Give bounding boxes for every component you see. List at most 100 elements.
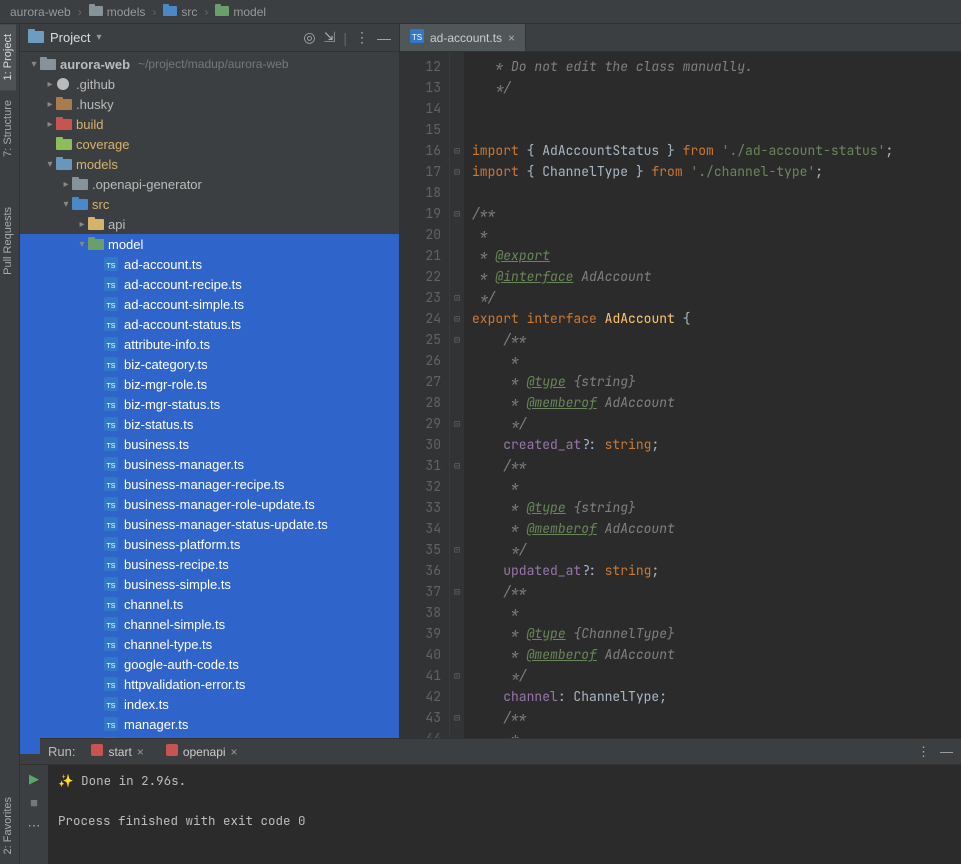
tree-label: ad-account-status.ts bbox=[124, 317, 241, 332]
tree-file[interactable]: TSbiz-category.ts bbox=[20, 354, 399, 374]
svg-text:TS: TS bbox=[107, 563, 116, 570]
svg-text:TS: TS bbox=[107, 643, 116, 650]
collapse-icon[interactable]: ⇲ bbox=[324, 29, 336, 46]
svg-text:TS: TS bbox=[107, 423, 116, 430]
tree-file[interactable]: TSbiz-mgr-role.ts bbox=[20, 374, 399, 394]
tree-label: models bbox=[76, 157, 118, 172]
tree-arrow-icon[interactable]: ▾ bbox=[28, 59, 40, 70]
tree-file[interactable]: TSad-account.ts bbox=[20, 254, 399, 274]
tree-file[interactable]: TS ad-account-status.ts bbox=[20, 314, 399, 334]
tree-file[interactable]: TShttpvalidation-error.ts bbox=[20, 674, 399, 694]
chevron-down-icon[interactable]: ▾ bbox=[96, 32, 101, 43]
breadcrumb-sep: › bbox=[204, 5, 208, 19]
more-icon[interactable]: ⋯ bbox=[28, 818, 41, 834]
run-tab-start[interactable]: start × bbox=[85, 742, 149, 761]
code-content[interactable]: * Do not edit the class manually. */ imp… bbox=[464, 52, 961, 764]
panel-title-text[interactable]: Project bbox=[50, 30, 90, 45]
editor-tab[interactable]: TS ad-account.ts × bbox=[400, 24, 526, 51]
close-icon[interactable]: × bbox=[231, 745, 238, 759]
ts-icon: TS bbox=[104, 637, 120, 651]
ts-icon: TS bbox=[104, 317, 120, 331]
target-icon[interactable]: ◎ bbox=[303, 29, 315, 46]
svg-text:TS: TS bbox=[107, 583, 116, 590]
tree-folder[interactable]: ▾ models bbox=[20, 154, 399, 174]
tree-folder[interactable]: ▸.openapi-generator bbox=[20, 174, 399, 194]
tree-folder[interactable]: ▸api bbox=[20, 214, 399, 234]
ts-icon: TS bbox=[104, 537, 120, 551]
tree-label: attribute-info.ts bbox=[124, 337, 210, 352]
fold-column[interactable]: ⊟⊟⊟⊡⊟⊟⊡⊟⊡⊟⊡⊟⊡ bbox=[450, 52, 464, 764]
tree-folder[interactable]: ▾aurora-web~/project/madup/aurora-web bbox=[20, 54, 399, 74]
tree-file[interactable]: TSbusiness-platform.ts bbox=[20, 534, 399, 554]
tree-arrow-icon[interactable]: ▾ bbox=[44, 159, 56, 170]
tree-label: business-manager-recipe.ts bbox=[124, 477, 284, 492]
crumb[interactable]: models bbox=[107, 5, 146, 19]
tree-arrow-icon[interactable]: ▸ bbox=[60, 179, 72, 190]
close-icon[interactable]: × bbox=[137, 745, 144, 759]
folder-icon bbox=[72, 177, 88, 191]
play-icon[interactable]: ▶ bbox=[29, 771, 39, 787]
run-output[interactable]: ✨ Done in 2.96s. Process finished with e… bbox=[48, 765, 961, 864]
tree-file[interactable]: TSbusiness-manager-status-update.ts bbox=[20, 514, 399, 534]
gear-icon[interactable]: ⋮ bbox=[355, 29, 369, 46]
gear-icon[interactable]: ⋮ bbox=[917, 744, 930, 760]
folder-icon bbox=[215, 4, 229, 19]
run-tab-openapi[interactable]: openapi × bbox=[160, 742, 244, 761]
tree-file[interactable]: TSad-account-recipe.ts bbox=[20, 274, 399, 294]
tree-file[interactable]: TSmanager.ts bbox=[20, 714, 399, 734]
tree-file[interactable]: TSbusiness-manager-role-update.ts bbox=[20, 494, 399, 514]
crumb[interactable]: aurora-web bbox=[10, 5, 71, 19]
tree-arrow-icon[interactable]: ▸ bbox=[44, 79, 56, 90]
tree-arrow-icon[interactable]: ▸ bbox=[76, 219, 88, 230]
svg-text:TS: TS bbox=[107, 463, 116, 470]
rail-tab-pull-requests[interactable]: Pull Requests bbox=[0, 197, 16, 285]
tree-file[interactable]: TSindex.ts bbox=[20, 694, 399, 714]
tree-folder[interactable]: coverage bbox=[20, 134, 399, 154]
rail-tab-structure[interactable]: 7: Structure bbox=[0, 90, 16, 167]
tree-folder[interactable]: ▸.husky bbox=[20, 94, 399, 114]
folder-src-icon bbox=[72, 197, 88, 211]
tree-file[interactable]: TSad-account-simple.ts bbox=[20, 294, 399, 314]
tree-file[interactable]: TSbusiness.ts bbox=[20, 434, 399, 454]
tree-file[interactable]: TSgoogle-auth-code.ts bbox=[20, 654, 399, 674]
tree-file[interactable]: TSbusiness-manager-recipe.ts bbox=[20, 474, 399, 494]
rail-tab-project[interactable]: 1: Project bbox=[0, 24, 16, 90]
tree-arrow-icon[interactable]: ▾ bbox=[60, 199, 72, 210]
tree-file[interactable]: TSchannel.ts bbox=[20, 594, 399, 614]
line-gutter[interactable]: 1213141516171819202122232425262728293031… bbox=[400, 52, 450, 764]
ts-icon: TS bbox=[104, 577, 120, 591]
minimize-icon[interactable]: — bbox=[940, 744, 953, 759]
tree-file[interactable]: TSbusiness-manager.ts bbox=[20, 454, 399, 474]
tree-file[interactable]: TSbiz-status.ts bbox=[20, 414, 399, 434]
tree-file[interactable]: TSattribute-info.ts bbox=[20, 334, 399, 354]
run-tool-window: ▶ ■ ⋯ ✨ Done in 2.96s. Process finished … bbox=[20, 764, 961, 864]
tree-folder[interactable]: ▾model bbox=[20, 234, 399, 254]
tree-path-suffix: ~/project/madup/aurora-web bbox=[138, 57, 288, 71]
tree-file[interactable]: TSbusiness-simple.ts bbox=[20, 574, 399, 594]
tree-file[interactable]: TSchannel-simple.ts bbox=[20, 614, 399, 634]
close-icon[interactable]: × bbox=[508, 31, 515, 45]
project-tree[interactable]: ▾aurora-web~/project/madup/aurora-web▸.g… bbox=[20, 52, 399, 764]
folder-build-icon bbox=[56, 117, 72, 131]
tree-arrow-icon[interactable]: ▾ bbox=[76, 239, 88, 250]
tree-label: biz-category.ts bbox=[124, 357, 208, 372]
svg-text:TS: TS bbox=[107, 323, 116, 330]
tree-folder[interactable]: ▸.github bbox=[20, 74, 399, 94]
rail-tab-favorites[interactable]: 2: Favorites bbox=[0, 787, 16, 864]
crumb[interactable]: model bbox=[233, 5, 266, 19]
project-tool-window: Project ▾ ◎ ⇲ | ⋮ — ▾aurora-web~/project… bbox=[20, 24, 400, 764]
github-icon bbox=[56, 77, 72, 91]
tree-file[interactable]: TSbiz-mgr-status.ts bbox=[20, 394, 399, 414]
stop-icon[interactable]: ■ bbox=[30, 795, 38, 810]
ts-icon: TS bbox=[104, 557, 120, 571]
tree-file[interactable]: TSbusiness-recipe.ts bbox=[20, 554, 399, 574]
ts-icon: TS bbox=[104, 597, 120, 611]
minimize-icon[interactable]: — bbox=[377, 30, 391, 46]
tree-arrow-icon[interactable]: ▸ bbox=[44, 99, 56, 110]
tree-arrow-icon[interactable]: ▸ bbox=[44, 119, 56, 130]
tree-folder[interactable]: ▾src bbox=[20, 194, 399, 214]
crumb[interactable]: src bbox=[181, 5, 197, 19]
tree-file[interactable]: TSchannel-type.ts bbox=[20, 634, 399, 654]
tree-folder[interactable]: ▸build bbox=[20, 114, 399, 134]
ts-icon: TS bbox=[104, 297, 120, 311]
